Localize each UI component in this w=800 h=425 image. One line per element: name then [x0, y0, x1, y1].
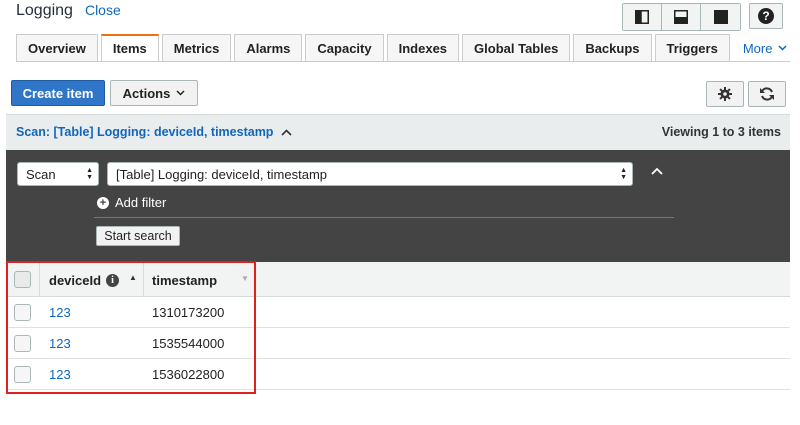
tab-global-tables[interactable]: Global Tables	[462, 34, 571, 62]
tab-indexes[interactable]: Indexes	[386, 34, 460, 62]
chevron-up-icon	[281, 128, 293, 136]
select-arrows-icon: ▲ ▼	[620, 167, 627, 181]
split-horizontal-button[interactable]	[662, 4, 701, 30]
chevron-down-icon	[778, 45, 787, 51]
tab-divider	[16, 61, 790, 62]
split-vertical-icon	[635, 10, 649, 24]
panel-divider	[94, 217, 674, 218]
tab-metrics[interactable]: Metrics	[161, 34, 232, 62]
target-select[interactable]: [Table] Logging: deviceId, timestamp ▲ ▼	[107, 162, 633, 186]
help-icon: ?	[758, 8, 774, 24]
settings-button[interactable]	[706, 81, 744, 107]
create-item-button[interactable]: Create item	[11, 80, 105, 106]
refresh-button[interactable]	[748, 81, 786, 107]
split-horizontal-icon	[674, 10, 688, 24]
add-filter-button[interactable]: + Add filter	[97, 195, 166, 210]
tab-bar: Overview Items Metrics Alarms Capacity I…	[16, 34, 797, 62]
tab-capacity[interactable]: Capacity	[305, 34, 384, 62]
actions-label: Actions	[122, 85, 171, 101]
tab-triggers[interactable]: Triggers	[654, 34, 730, 62]
title-row: Logging Close	[16, 2, 121, 26]
tab-overview[interactable]: Overview	[16, 34, 98, 62]
target-value: [Table] Logging: deviceId, timestamp	[116, 166, 328, 182]
actions-dropdown[interactable]: Actions	[110, 80, 198, 106]
tab-backups[interactable]: Backups	[573, 34, 652, 62]
more-tabs-menu[interactable]: More	[733, 34, 798, 62]
full-view-button[interactable]	[701, 4, 740, 30]
add-filter-label: Add filter	[115, 195, 167, 210]
highlight-box	[6, 261, 256, 394]
operation-value: Scan	[26, 166, 56, 182]
scan-header: Scan: [Table] Logging: deviceId, timesta…	[6, 114, 790, 150]
scan-toggle[interactable]: Scan: [Table] Logging: deviceId, timesta…	[16, 125, 293, 139]
query-panel: Scan ▲ ▼ [Table] Logging: deviceId, times…	[6, 150, 790, 262]
chevron-up-icon[interactable]	[651, 167, 663, 175]
start-search-button[interactable]: Start search	[96, 226, 180, 246]
tab-items[interactable]: Items	[100, 34, 159, 62]
page-title: Logging	[16, 2, 73, 19]
operation-select[interactable]: Scan ▲ ▼	[17, 162, 99, 186]
more-tabs-label: More	[742, 40, 773, 56]
select-arrows-icon: ▲ ▼	[86, 167, 93, 181]
plus-circle-icon: +	[97, 196, 109, 209]
help-button[interactable]: ?	[749, 3, 783, 29]
view-toggle-group	[622, 3, 741, 31]
gear-icon	[718, 87, 732, 101]
chevron-down-icon	[176, 90, 185, 96]
close-link[interactable]: Close	[85, 2, 121, 18]
full-view-icon	[713, 10, 728, 24]
refresh-icon	[760, 87, 774, 101]
scan-title: Scan: [Table] Logging: deviceId, timesta…	[16, 125, 274, 139]
split-vertical-button[interactable]	[623, 4, 662, 30]
viewing-count: Viewing 1 to 3 items	[661, 125, 781, 139]
tab-alarms[interactable]: Alarms	[234, 34, 303, 62]
